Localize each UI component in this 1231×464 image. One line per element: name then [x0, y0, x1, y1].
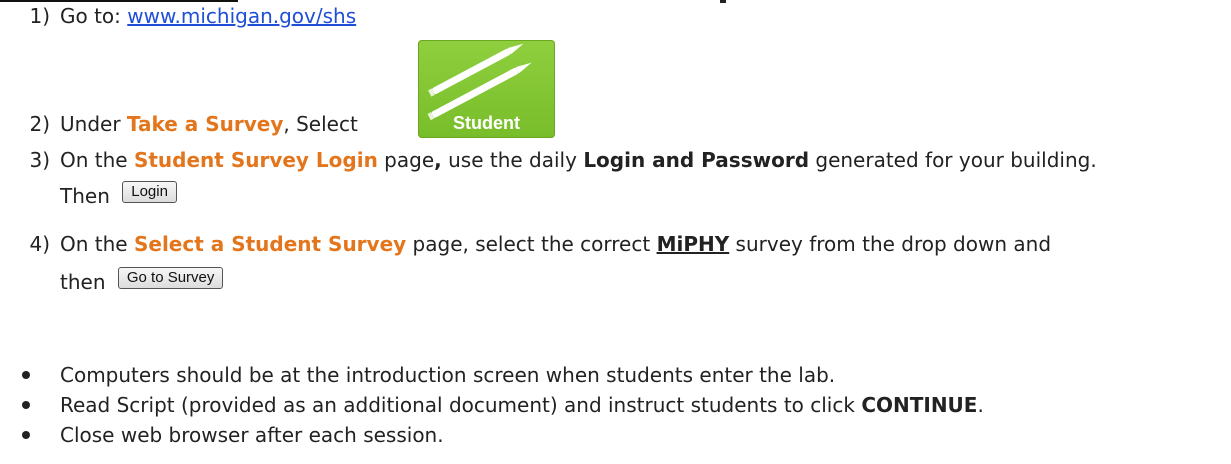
take-a-survey-label: Take a Survey: [126, 112, 284, 136]
step-number: 4): [29, 232, 50, 256]
bullet-text: Close web browser after each session.: [60, 423, 444, 447]
miphy-label: MiPHY: [656, 232, 730, 256]
list-item: Close web browser after each session.: [0, 420, 1225, 450]
step-then: then: [60, 270, 106, 294]
step-text: Then Login: [60, 180, 177, 210]
step-text: On the Student Survey Login page, use th…: [60, 146, 1097, 174]
bullet-icon: [22, 431, 30, 439]
step-then: Then: [60, 184, 110, 208]
student-tile-label: Student: [453, 113, 520, 133]
step-prefix: Under: [60, 112, 127, 136]
step-text: Under Take a Survey, Select: [60, 110, 358, 138]
step-middle: page, select the correct: [406, 232, 657, 256]
bullet-icon: [22, 401, 30, 409]
list-item: Computers should be at the introduction …: [0, 360, 1225, 390]
step-number: 3): [29, 148, 50, 172]
select-a-student-survey-label: Select a Student Survey: [133, 232, 407, 256]
student-survey-login-label: Student Survey Login: [133, 148, 378, 172]
step-prefix: Go to:: [60, 4, 128, 28]
bullet-suffix: .: [977, 393, 984, 417]
go-to-survey-button[interactable]: Go to Survey: [117, 266, 224, 289]
bullet-prefix: Read Script (provided as an additional d…: [60, 393, 862, 417]
student-survey-tile[interactable]: Student: [418, 40, 555, 138]
login-and-password-label: Login and Password: [583, 148, 810, 172]
shs-link[interactable]: www.michigan.gov/shs: [127, 4, 356, 28]
step-number: 2): [29, 112, 50, 136]
step-text: Go to: www.michigan.gov/shs: [60, 2, 356, 30]
top-rule-fragment: [720, 0, 726, 3]
step-suffix: survey from the drop down and: [729, 232, 1052, 256]
step-text: On the Select a Student Survey page, sel…: [60, 230, 1051, 258]
step-middle: page: [377, 148, 435, 172]
pencils-icon: [427, 43, 532, 120]
step-middle-2: use the daily: [441, 148, 584, 172]
login-button[interactable]: Login: [122, 180, 177, 203]
step-prefix: On the: [60, 148, 134, 172]
step-comma: ,: [434, 148, 442, 172]
instruction-bullets: Computers should be at the introduction …: [0, 360, 1225, 450]
bullet-text: Read Script (provided as an additional d…: [60, 390, 984, 420]
bullet-text: Computers should be at the introduction …: [60, 363, 836, 387]
step-suffix: generated for your building.: [809, 148, 1097, 172]
step-prefix: On the: [60, 232, 134, 256]
continue-label: CONTINUE: [861, 393, 978, 417]
step-suffix: , Select: [283, 112, 358, 136]
step-text: then Go to Survey: [60, 266, 224, 296]
bullet-icon: [22, 371, 30, 379]
step-number: 1): [29, 4, 50, 28]
list-item: Read Script (provided as an additional d…: [0, 390, 1225, 420]
